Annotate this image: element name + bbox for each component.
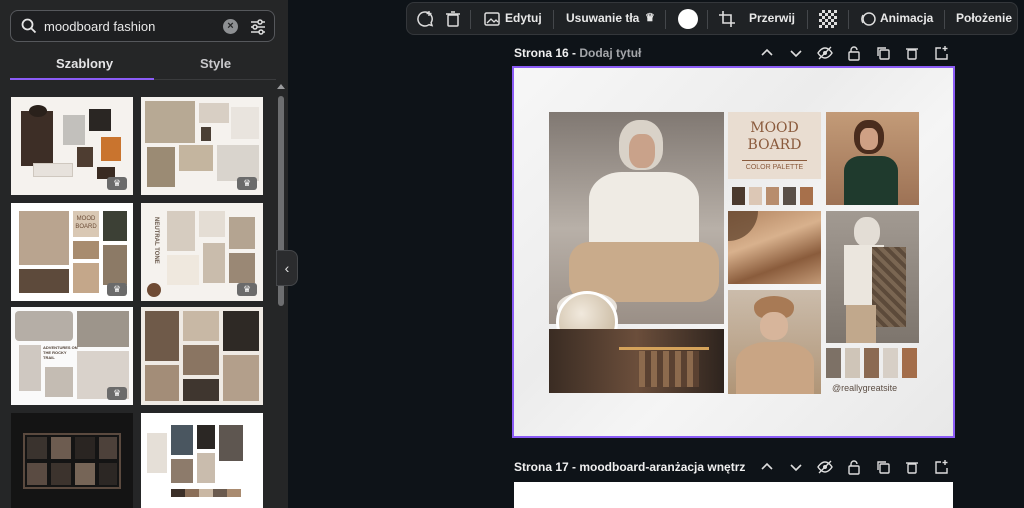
edit-button[interactable]: Edytuj [505, 11, 542, 25]
premium-crown-icon: ♛ [107, 387, 127, 400]
edit-image-icon[interactable] [483, 10, 501, 28]
left-panel: moodboard fashion × Szablony Style ♛ ♛ M… [0, 0, 288, 508]
color-swatch [845, 348, 860, 378]
color-swatch [864, 348, 879, 378]
thumbnail-title: NEUTRAL TONE [153, 217, 159, 264]
color-swatch [766, 187, 779, 205]
position-button[interactable]: Położenie [956, 11, 1012, 25]
next-page-canvas[interactable] [514, 482, 953, 508]
knitwear-photo[interactable] [728, 211, 821, 284]
premium-crown-icon: ♛ [107, 177, 127, 190]
thumbnail-title: MOOD BOARD [73, 211, 99, 237]
color-swatch [732, 187, 745, 205]
duplicate-icon[interactable] [875, 459, 891, 475]
hide-eye-icon[interactable] [817, 45, 833, 61]
toolbar-divider [665, 10, 666, 29]
crown-icon: ♛ [645, 12, 655, 24]
tab-style[interactable]: Style [200, 56, 231, 71]
transparency-icon[interactable] [819, 10, 837, 28]
color-swatch [826, 348, 841, 378]
search-input[interactable]: moodboard fashion [44, 19, 155, 34]
add-comment-icon[interactable] [416, 10, 434, 28]
animate-icon[interactable] [859, 10, 877, 28]
chevron-up-icon[interactable] [759, 45, 775, 61]
chevron-down-icon[interactable] [788, 459, 804, 475]
filter-icon[interactable] [249, 18, 267, 36]
crop-icon[interactable] [718, 10, 736, 28]
chevron-up-icon[interactable] [759, 459, 775, 475]
hide-eye-icon[interactable] [817, 459, 833, 475]
template-thumbnail[interactable]: MOOD BOARD ♛ [11, 203, 133, 301]
search-box[interactable]: moodboard fashion × [10, 10, 275, 42]
trash-icon[interactable] [444, 10, 462, 28]
premium-crown-icon: ♛ [237, 177, 257, 190]
color-picker-swatch[interactable] [678, 9, 698, 29]
template-thumbnail[interactable]: ♛ [11, 97, 133, 195]
template-thumbnail[interactable] [141, 307, 263, 405]
template-thumbnail[interactable] [11, 413, 133, 508]
search-icon [21, 18, 37, 34]
toolbar-divider [707, 10, 708, 29]
tab-szablony[interactable]: Szablony [56, 56, 113, 71]
trash-icon[interactable] [904, 459, 920, 475]
page-title-text: Strona 16 - [514, 46, 580, 60]
clear-icon[interactable]: × [223, 19, 238, 34]
page-title[interactable]: Strona 16 - Dodaj tytuł [514, 46, 641, 60]
clothing-rack-photo[interactable] [549, 329, 724, 393]
color-swatch [783, 187, 796, 205]
color-swatch [800, 187, 813, 205]
collapse-panel-button[interactable]: ‹ [276, 250, 298, 286]
template-thumbnail[interactable]: NEUTRAL TONE ♛ [141, 203, 263, 301]
lock-icon[interactable] [846, 45, 862, 61]
template-thumbnail[interactable]: ADVENTURES ON THE ROCKY TRAIL ♛ [11, 307, 133, 405]
color-swatch [749, 187, 762, 205]
animate-button[interactable]: Animacja [880, 11, 933, 25]
design-canvas[interactable]: MOOD BOARD COLOR PALETTE @reallygreatsit… [512, 66, 955, 438]
color-palette-top [732, 187, 822, 205]
page-title[interactable]: Strona 17 - moodboard-aranżacja wnętrz [514, 460, 745, 474]
toolbar-divider [848, 10, 849, 29]
moodboard-title: MOOD BOARD [747, 120, 802, 153]
trash-icon[interactable] [904, 45, 920, 61]
toolbar-divider [470, 10, 471, 29]
element-toolbar: Edytuj Usuwanie tła ♛ Przerwij Animacja … [406, 2, 1018, 35]
color-palette-bottom [826, 348, 919, 378]
thumbnail-title: ADVENTURES ON THE ROCKY TRAIL [43, 345, 78, 360]
hat-model-photo[interactable] [728, 290, 821, 394]
tab-active-indicator [10, 78, 154, 80]
palette-label: COLOR PALETTE [745, 164, 804, 171]
toolbar-divider [553, 10, 554, 29]
toolbar-divider [944, 10, 945, 29]
green-shirt-model-photo[interactable] [826, 112, 919, 205]
scroll-up-arrow[interactable] [277, 84, 285, 89]
template-thumbnail[interactable]: ♛ [141, 97, 263, 195]
add-page-icon[interactable] [933, 459, 949, 475]
color-swatch [902, 348, 917, 378]
moodboard-title-block[interactable]: MOOD BOARD COLOR PALETTE [728, 112, 821, 179]
add-title-link[interactable]: Dodaj tytuł [579, 46, 641, 60]
lock-icon[interactable] [846, 459, 862, 475]
add-page-icon[interactable] [933, 45, 949, 61]
toolbar-divider [807, 10, 808, 29]
crop-button[interactable]: Przerwij [749, 11, 795, 25]
premium-crown-icon: ♛ [237, 283, 257, 296]
chevron-down-icon[interactable] [788, 45, 804, 61]
duplicate-icon[interactable] [875, 45, 891, 61]
background-remover-button[interactable]: Usuwanie tła [566, 11, 639, 25]
template-thumbnail[interactable] [141, 413, 263, 508]
color-swatch [883, 348, 898, 378]
social-handle: @reallygreatsite [832, 383, 898, 393]
premium-crown-icon: ♛ [107, 283, 127, 296]
plaid-coat-model-photo[interactable] [826, 211, 919, 343]
